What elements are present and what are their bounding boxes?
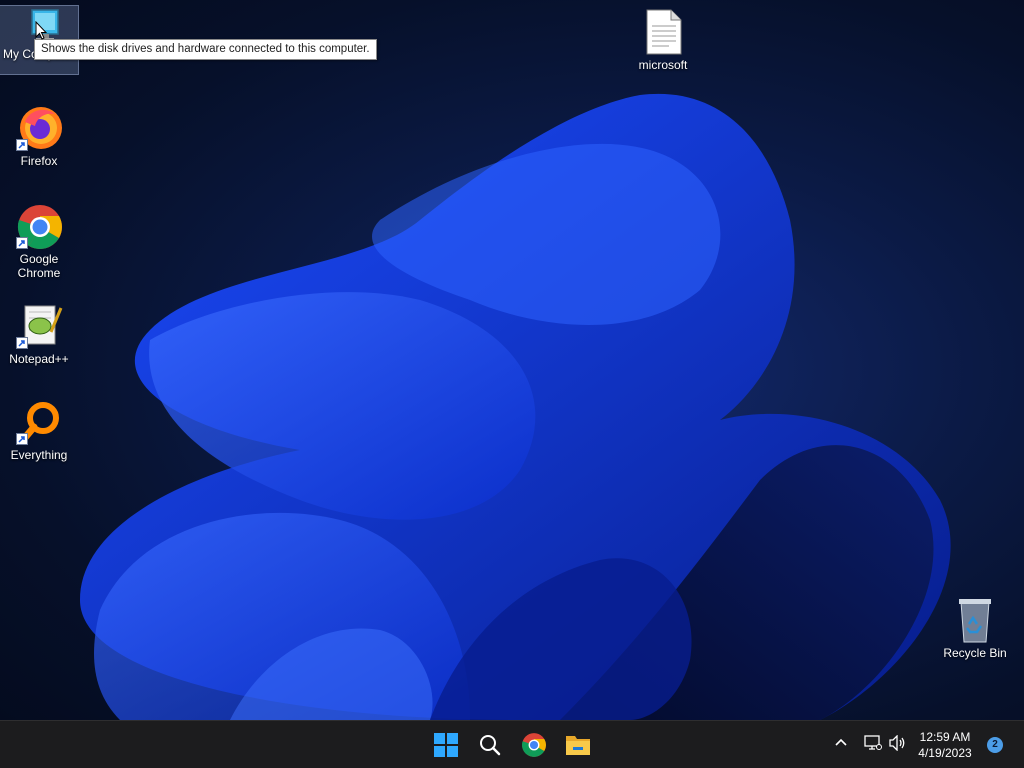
shortcut-arrow-icon <box>16 337 28 349</box>
desktop-icon-label: Everything <box>10 448 68 462</box>
desktop-icon-google-chrome[interactable]: Google Chrome <box>0 202 78 280</box>
everything-icon <box>15 398 63 446</box>
folder-icon <box>566 736 590 755</box>
notification-badge[interactable]: 2 <box>987 737 1003 753</box>
windows-start-icon <box>434 733 458 757</box>
desktop-icon-label: microsoft <box>638 58 688 72</box>
taskbar-chrome-button[interactable] <box>518 729 550 761</box>
desktop-icon-label: Recycle Bin <box>943 646 1007 660</box>
wallpaper-bloom <box>80 93 951 720</box>
recycle-bin-icon <box>951 596 999 644</box>
chrome-icon <box>15 202 63 250</box>
desktop-icon-label: Google Chrome <box>17 252 61 280</box>
taskbar: 12:59 AM 4/19/2023 2 <box>0 720 1024 768</box>
taskbar-search-button[interactable] <box>474 729 506 761</box>
taskbar-start-button[interactable] <box>430 729 462 761</box>
chrome-icon <box>522 733 546 757</box>
speaker-icon <box>889 734 905 752</box>
desktop-icon-microsoft[interactable]: microsoft <box>624 8 702 72</box>
network-icon <box>864 735 882 750</box>
desktop-icon-firefox[interactable]: Firefox <box>0 104 78 168</box>
desktop-icon-notepadpp[interactable]: Notepad++ <box>0 302 78 366</box>
document-icon <box>639 8 687 56</box>
taskbar-file-explorer-button[interactable] <box>562 729 594 761</box>
mouse-cursor-icon <box>35 21 47 40</box>
desktop-icon-label: Firefox <box>20 154 58 168</box>
shortcut-arrow-icon <box>16 237 28 249</box>
clock-date: 4/19/2023 <box>918 746 972 760</box>
shortcut-arrow-icon <box>16 139 28 151</box>
desktop-icon-recycle-bin[interactable]: Recycle Bin <box>936 596 1014 660</box>
taskbar-clock[interactable]: 12:59 AM 4/19/2023 <box>913 729 977 761</box>
desktop-icon-label: Notepad++ <box>9 352 69 366</box>
show-hidden-icons-button[interactable] <box>834 735 848 754</box>
search-icon <box>480 735 501 756</box>
chevron-up-icon <box>835 738 847 746</box>
desktop-icon-everything[interactable]: Everything <box>0 398 78 462</box>
firefox-icon <box>15 104 63 152</box>
tooltip: Shows the disk drives and hardware conne… <box>34 39 377 60</box>
notepadpp-icon <box>15 302 63 350</box>
volume-button[interactable] <box>889 734 907 756</box>
shortcut-arrow-icon <box>16 433 28 445</box>
clock-time: 12:59 AM <box>919 730 971 744</box>
network-status-button[interactable] <box>864 735 882 756</box>
